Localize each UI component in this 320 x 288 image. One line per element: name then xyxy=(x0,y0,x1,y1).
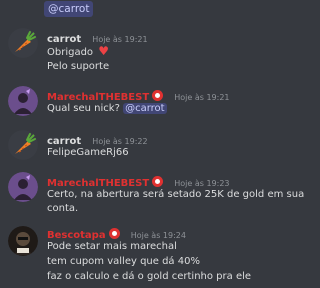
role-badge-icon xyxy=(152,90,164,101)
message-text: Pode setar mais marechal xyxy=(47,241,177,252)
message-timestamp: Hoje às 19:21 xyxy=(92,35,148,44)
message-text: faz o calculo e dá o gold certinho pra e… xyxy=(47,271,252,282)
avatar-carrot[interactable] xyxy=(8,28,38,58)
message-timestamp: Hoje às 19:21 xyxy=(174,93,230,102)
avatar-marechal[interactable] xyxy=(8,86,38,116)
message-text: Qual seu nick? xyxy=(47,103,120,114)
previous-message-fragment: @carrot xyxy=(0,0,288,20)
user-mention[interactable]: @carrot xyxy=(44,1,94,17)
message-text: FelipeGameRj66 xyxy=(47,147,129,158)
user-mention[interactable]: @carrot xyxy=(123,103,167,114)
message-bescotapa: Bescotapa Hoje às 19:24 Pode setar mais … xyxy=(0,226,288,288)
message-carrot-1: carrot Hoje às 19:21 Obrigado ♥ Pelo sup… xyxy=(0,28,288,78)
message-text: tem cupom valley que dá 40% xyxy=(47,256,200,267)
message-marechal-2: MarechalTHEBEST Hoje às 19:23 Certo, na … xyxy=(0,172,304,220)
avatar-marechal[interactable] xyxy=(8,172,38,202)
role-badge-icon xyxy=(108,228,120,239)
message-text: Obrigado xyxy=(47,47,94,58)
message-text: Certo, na abertura será setado 25K de go… xyxy=(47,189,305,200)
message-timestamp: Hoje às 19:23 xyxy=(174,179,230,188)
red-heart-icon: ♥ xyxy=(98,44,110,58)
message-timestamp: Hoje às 19:22 xyxy=(92,137,148,146)
role-badge-icon xyxy=(152,176,164,187)
message-text: Pelo suporte xyxy=(47,61,110,72)
message-marechal-1: MarechalTHEBEST Hoje às 19:21 Qual seu n… xyxy=(0,86,288,120)
message-text: conta. xyxy=(47,203,79,214)
message-carrot-2: carrot Hoje às 19:22 FelipeGameRj66 xyxy=(0,130,288,164)
message-timestamp: Hoje às 19:24 xyxy=(130,231,186,240)
avatar-carrot[interactable] xyxy=(8,130,38,160)
avatar-bescotapa[interactable] xyxy=(8,226,38,256)
